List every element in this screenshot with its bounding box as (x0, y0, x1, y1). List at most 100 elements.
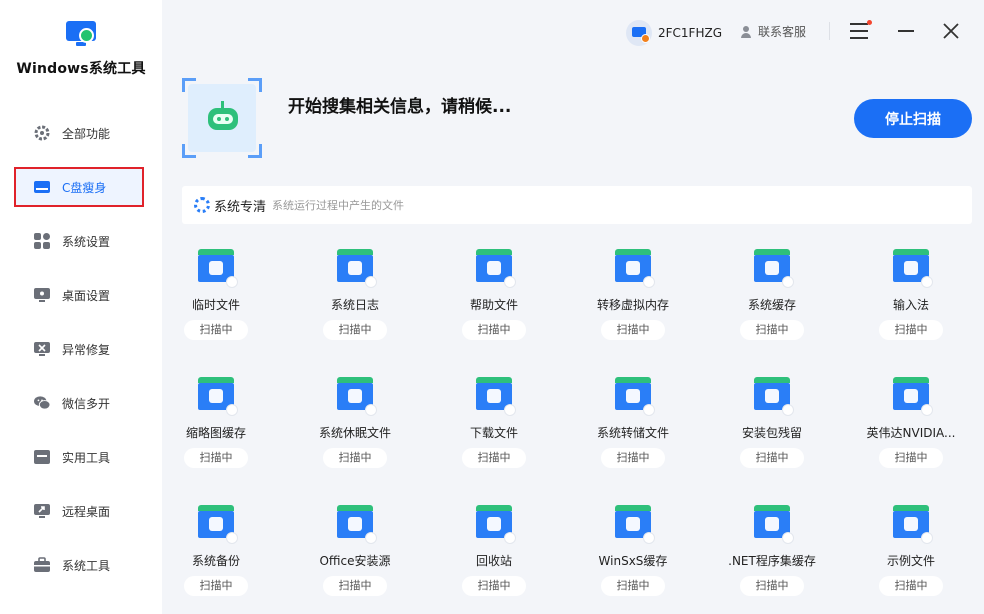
cleanup-item-label: 英伟达NVIDIA... (866, 426, 956, 440)
sidebar-item-label: 全部功能 (62, 126, 111, 141)
close-button[interactable] (942, 22, 960, 40)
cleanup-item[interactable]: WinSxS缓存 扫描中 (573, 504, 693, 596)
cleanup-item[interactable]: 转移虚拟内存 扫描中 (573, 248, 693, 340)
cleanup-item-label: 临时文件 (191, 298, 240, 312)
sidebar-item-all-functions[interactable]: 全部功能 (14, 113, 144, 153)
sidebar-item-error-repair[interactable]: 异常修复 (14, 329, 144, 369)
scan-status-badge: 扫描中 (323, 448, 387, 468)
sidebar-item-wechat-multi[interactable]: 微信多开 (14, 383, 144, 423)
input-method-icon (891, 248, 933, 288)
scan-status-badge: 扫描中 (601, 320, 665, 340)
sidebar-item-system-settings[interactable]: 系统设置 (14, 221, 144, 261)
cleanup-item[interactable]: 系统备份 扫描中 (156, 504, 276, 596)
cleanup-item-label: 安装包残留 (741, 426, 802, 440)
scan-status-badge: 扫描中 (879, 448, 943, 468)
log-folder-icon (335, 248, 377, 288)
wechat-icon (34, 395, 50, 411)
minimize-button[interactable] (898, 30, 914, 32)
layers-folder-icon (613, 504, 655, 544)
code-folder-icon (752, 504, 794, 544)
sidebar-item-label: 系统设置 (62, 234, 111, 249)
scan-status-badge: 扫描中 (879, 320, 943, 340)
cleanup-item[interactable]: 安装包残留 扫描中 (712, 376, 832, 468)
dump-folder-icon (613, 376, 655, 416)
menu-button[interactable] (850, 20, 872, 39)
cleanup-item-label: 回收站 (475, 554, 512, 568)
cleanup-item-label: 示例文件 (886, 554, 935, 568)
image-folder-icon (196, 376, 238, 416)
scan-status-badge: 扫描中 (323, 320, 387, 340)
stop-scan-button[interactable]: 停止扫描 (854, 99, 972, 138)
cleanup-item[interactable]: 系统日志 扫描中 (295, 248, 415, 340)
user-icon (740, 25, 752, 38)
cache-folder-icon (752, 248, 794, 288)
sidebar-item-system-tools[interactable]: 系统工具 (14, 545, 144, 585)
sidebar-item-label: 桌面设置 (62, 288, 111, 303)
user-id: 2FC1FHZG (658, 26, 722, 40)
scan-status-badge: 扫描中 (740, 448, 804, 468)
cleanup-item-label: 下载文件 (469, 426, 518, 440)
cleanup-item[interactable]: .NET程序集缓存扫描中 (712, 504, 832, 596)
cleanup-item[interactable]: 输入法 扫描中 (851, 248, 971, 340)
sidebar-item-desktop-settings[interactable]: 桌面设置 (14, 275, 144, 315)
scan-status-badge: 扫描中 (184, 576, 248, 596)
cleanup-item[interactable]: 示例文件 扫描中 (851, 504, 971, 596)
gear-icon (34, 125, 50, 141)
remote-icon (34, 503, 50, 519)
cleanup-item-label: 系统备份 (191, 554, 240, 568)
cleanup-item[interactable]: 系统转储文件 扫描中 (573, 376, 693, 468)
section-subtitle: 系统运行过程中产生的文件 (272, 199, 405, 212)
scan-status-badge: 扫描中 (601, 448, 665, 468)
cleanup-item-label: 转移虚拟内存 (596, 298, 669, 312)
cleanup-item-label: WinSxS缓存 (598, 554, 668, 568)
sidebar-item-label: C盘瘦身 (62, 180, 107, 195)
cleanup-item[interactable]: 下载文件 扫描中 (434, 376, 554, 468)
cleanup-item-label: .NET程序集缓存 (728, 554, 816, 568)
sidebar-item-remote-desktop[interactable]: 远程桌面 (14, 491, 144, 531)
divider (829, 22, 830, 40)
scan-status-badge: 扫描中 (462, 576, 526, 596)
nvidia-icon (891, 376, 933, 416)
cleanup-item-label: 系统休眠文件 (318, 426, 391, 440)
avatar (626, 20, 652, 46)
scan-status-badge: 扫描中 (462, 448, 526, 468)
cleanup-item[interactable]: 帮助文件 扫描中 (434, 248, 554, 340)
app-logo: Windows系统工具 (0, 18, 162, 78)
cleanup-item[interactable]: 临时文件 扫描中 (156, 248, 276, 340)
scan-status-title: 开始搜集相关信息，请稍候... (288, 97, 512, 117)
notification-dot (867, 20, 872, 25)
sidebar-item-c-drive-slim[interactable]: C盘瘦身 (14, 167, 144, 207)
sidebar-item-utility-tools[interactable]: 实用工具 (14, 437, 144, 477)
app-logo-icon (64, 18, 98, 50)
close-icon (943, 23, 959, 39)
top-bar: 2FC1FHZG 联系客服 (162, 0, 984, 62)
scan-status-badge: 扫描中 (184, 448, 248, 468)
sidebar: Windows系统工具 全部功能 C盘瘦身 系统设置 桌面设置 异常修复 微信多… (0, 0, 162, 614)
cleanup-item-label: 输入法 (892, 298, 929, 312)
scan-status-badge: 扫描中 (740, 576, 804, 596)
cleanup-item[interactable]: 英伟达NVIDIA... 扫描中 (851, 376, 971, 468)
sidebar-item-label: 异常修复 (62, 342, 111, 357)
cleanup-item[interactable]: 系统缓存 扫描中 (712, 248, 832, 340)
scan-status-badge: 扫描中 (184, 320, 248, 340)
cleanup-item[interactable]: 缩略图缓存 扫描中 (156, 376, 276, 468)
sidebar-item-label: 系统工具 (62, 558, 111, 573)
sample-folder-icon (891, 504, 933, 544)
backup-folder-icon (196, 504, 238, 544)
contact-support-label: 联系客服 (758, 25, 807, 39)
contact-support-button[interactable]: 联系客服 (740, 23, 806, 40)
section-title: 系统专清 (214, 199, 267, 215)
grid-icon (34, 233, 50, 249)
cleanup-item[interactable]: 回收站 扫描中 (434, 504, 554, 596)
disk-icon (34, 179, 50, 195)
temp-folder-icon (196, 248, 238, 288)
scan-status-badge: 扫描中 (323, 576, 387, 596)
cleanup-item[interactable]: Office安装源 扫描中 (295, 504, 415, 596)
cleanup-item[interactable]: 系统休眠文件 扫描中 (295, 376, 415, 468)
loading-spinner-icon (194, 197, 210, 213)
scan-status-badge: 扫描中 (879, 576, 943, 596)
robot-icon (208, 108, 238, 130)
user-account[interactable]: 2FC1FHZG (626, 20, 722, 46)
cleanup-item-label: 系统转储文件 (596, 426, 669, 440)
cleanup-item-label: 帮助文件 (469, 298, 518, 312)
